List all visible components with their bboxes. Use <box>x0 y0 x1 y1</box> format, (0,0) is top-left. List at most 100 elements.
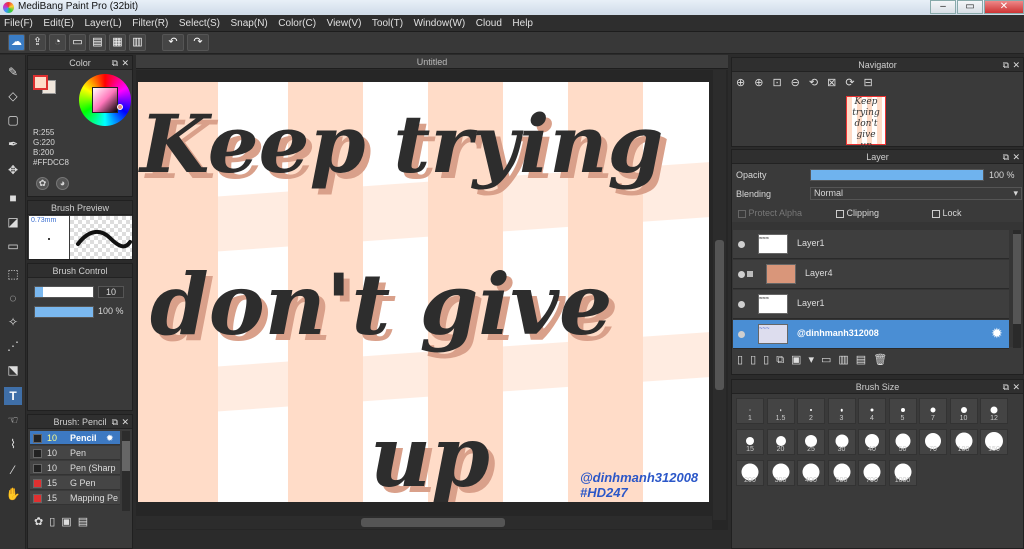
new-brush-icon[interactable]: ▯ <box>49 515 61 528</box>
layer-item[interactable]: ≈≈≈ Layer1 <box>733 290 1009 319</box>
brush-size-option[interactable]: 15 <box>736 429 764 455</box>
lock-view-icon[interactable]: ⊟ <box>864 76 882 89</box>
menu-select[interactable]: Select(S) <box>175 15 224 32</box>
menu-cloud[interactable]: Cloud <box>472 15 506 32</box>
rotate-icon[interactable]: ⟲ <box>809 76 827 89</box>
brush-props-icon[interactable]: ▤ <box>78 515 94 528</box>
undock-icon[interactable]: ⧉ <box>112 415 118 429</box>
brush-size-option[interactable]: 20 <box>766 429 795 455</box>
new-layer-icon[interactable]: ▯ <box>737 353 750 366</box>
brush-size-option[interactable]: 4 <box>858 398 886 424</box>
redo-icon[interactable]: ↷ <box>187 34 209 51</box>
undock-icon[interactable]: ⧉ <box>112 56 118 70</box>
brush-size-option[interactable]: 700 <box>858 460 886 486</box>
text-icon[interactable]: T <box>4 387 22 405</box>
layer-scroll-thumb[interactable] <box>1013 234 1021 324</box>
minimize-button[interactable]: – <box>930 0 956 14</box>
undo-icon[interactable]: ↶ <box>162 34 184 51</box>
maximize-button[interactable]: ▭ <box>957 0 983 14</box>
eyedropper-icon[interactable]: ⌇ <box>4 435 22 453</box>
marquee-icon[interactable]: ⬚ <box>4 265 22 283</box>
bucket-icon[interactable]: ◪ <box>4 213 22 231</box>
navigator-thumbnail[interactable]: Keep trying don't give up <box>846 96 886 151</box>
select-rect-icon[interactable]: ▢ <box>4 111 22 129</box>
brush-size-slider[interactable] <box>34 286 94 298</box>
move-icon[interactable]: ✥ <box>4 161 22 179</box>
pen-icon[interactable]: ✒ <box>4 135 22 153</box>
comment-icon[interactable]: ◔ <box>49 34 66 51</box>
grid-icon[interactable]: ▥ <box>129 34 146 51</box>
hand-icon[interactable]: ✋ <box>4 485 22 503</box>
new-halftone-layer-icon[interactable]: ▯ <box>750 353 763 366</box>
visibility-eye-icon[interactable] <box>738 301 745 308</box>
visibility-eye-icon[interactable] <box>738 241 745 248</box>
hand-pointer-icon[interactable]: ☜ <box>4 411 22 429</box>
brush-size-option[interactable]: 40 <box>858 429 886 455</box>
lock-option[interactable]: Lock <box>932 208 962 218</box>
select-eraser-icon[interactable]: ⬔ <box>4 361 22 379</box>
menu-help[interactable]: Help <box>508 15 537 32</box>
layer-item[interactable]: Layer4 <box>733 260 1009 289</box>
menu-tool[interactable]: Tool(T) <box>368 15 407 32</box>
pages-icon[interactable]: ▦ <box>109 34 126 51</box>
magic-wand-icon[interactable]: ✧ <box>4 313 22 331</box>
zoom-in-icon[interactable]: ⊕ <box>754 76 772 89</box>
brush-opacity-slider[interactable] <box>34 306 94 318</box>
select-pen-icon[interactable]: ⋰ <box>4 337 22 355</box>
brush-item-pen[interactable]: 10 Pen <box>30 446 120 460</box>
brush-size-option[interactable]: 300 <box>766 460 795 486</box>
brush-size-option[interactable]: 1 <box>736 398 764 424</box>
canvas-vertical-scrollbar[interactable] <box>713 70 726 520</box>
undock-icon[interactable]: ⧉ <box>1003 380 1009 394</box>
brush-size-option[interactable]: 500 <box>827 460 856 486</box>
close-panel-icon[interactable]: ✕ <box>1012 380 1020 394</box>
clipping-checkbox[interactable] <box>836 209 844 218</box>
saturation-square[interactable] <box>92 87 118 113</box>
layer-item-selected[interactable]: ~~~ @dinhmanh312008 ✹ <box>733 320 1009 349</box>
chat-icon[interactable]: ▭ <box>69 34 86 51</box>
gradient-icon[interactable]: ▭ <box>4 237 22 255</box>
duplicate-layer-icon[interactable]: ⧉ <box>776 354 791 367</box>
reset-rotate-icon[interactable]: ⟳ <box>845 76 863 89</box>
brush-icon[interactable]: ✎ <box>4 63 22 81</box>
new-8bit-layer-icon[interactable]: ▯ <box>763 353 776 366</box>
visibility-eye-icon[interactable] <box>738 271 745 278</box>
hue-marker[interactable] <box>117 104 123 110</box>
brush-size-option[interactable]: 30 <box>827 429 856 455</box>
close-panel-icon[interactable]: ✕ <box>1012 150 1020 164</box>
palette-icon[interactable]: ✿ <box>36 177 49 190</box>
eraser-icon[interactable]: ◇ <box>4 87 22 105</box>
brush-list-scrollbar[interactable] <box>122 431 130 511</box>
brush-size-option[interactable]: 200 <box>736 460 764 486</box>
brush-size-option[interactable]: 50 <box>888 429 917 455</box>
brush-size-option[interactable]: 150 <box>980 429 1008 455</box>
brush-menu-icon[interactable]: ▣ <box>61 515 77 528</box>
menu-edit[interactable]: Edit(E) <box>39 15 78 32</box>
brush-list-scroll-thumb[interactable] <box>122 441 130 471</box>
undock-icon[interactable]: ⧉ <box>1003 58 1009 72</box>
brush-item-g-pen[interactable]: 15 G Pen <box>30 476 120 490</box>
add-brush-icon[interactable]: ✿ <box>34 515 49 528</box>
close-button[interactable]: ✕ <box>984 0 1024 14</box>
brush-size-option[interactable]: 1000 <box>888 460 917 486</box>
menu-color[interactable]: Color(C) <box>274 15 320 32</box>
fit-icon[interactable]: ⊡ <box>772 76 790 89</box>
trash-icon[interactable]: 🗑 <box>873 353 894 366</box>
page-icon[interactable]: ▤ <box>89 34 106 51</box>
close-panel-icon[interactable]: ✕ <box>1012 58 1020 72</box>
brush-size-option[interactable]: 12 <box>980 398 1008 424</box>
close-panel-icon[interactable]: ✕ <box>121 415 129 429</box>
brush-settings-icon[interactable]: ✹ <box>106 431 114 445</box>
layer-opacity-slider[interactable] <box>810 169 984 181</box>
brush-size-option[interactable]: 400 <box>797 460 825 486</box>
brush-size-option[interactable]: 70 <box>919 429 947 455</box>
layer-options-icon[interactable]: ▤ <box>856 353 873 366</box>
add-layer-menu-icon[interactable]: ▣▾ <box>791 353 821 366</box>
folder-icon[interactable]: ▭ <box>821 353 838 366</box>
lock-checkbox[interactable] <box>932 209 940 218</box>
protect-alpha-checkbox[interactable] <box>738 209 746 218</box>
blending-select[interactable]: Normal ▾ <box>810 187 1022 200</box>
color-history-icon[interactable]: ◕ <box>56 177 69 190</box>
undock-icon[interactable]: ⧉ <box>1003 150 1009 164</box>
layer-list-scrollbar[interactable] <box>1013 230 1021 348</box>
